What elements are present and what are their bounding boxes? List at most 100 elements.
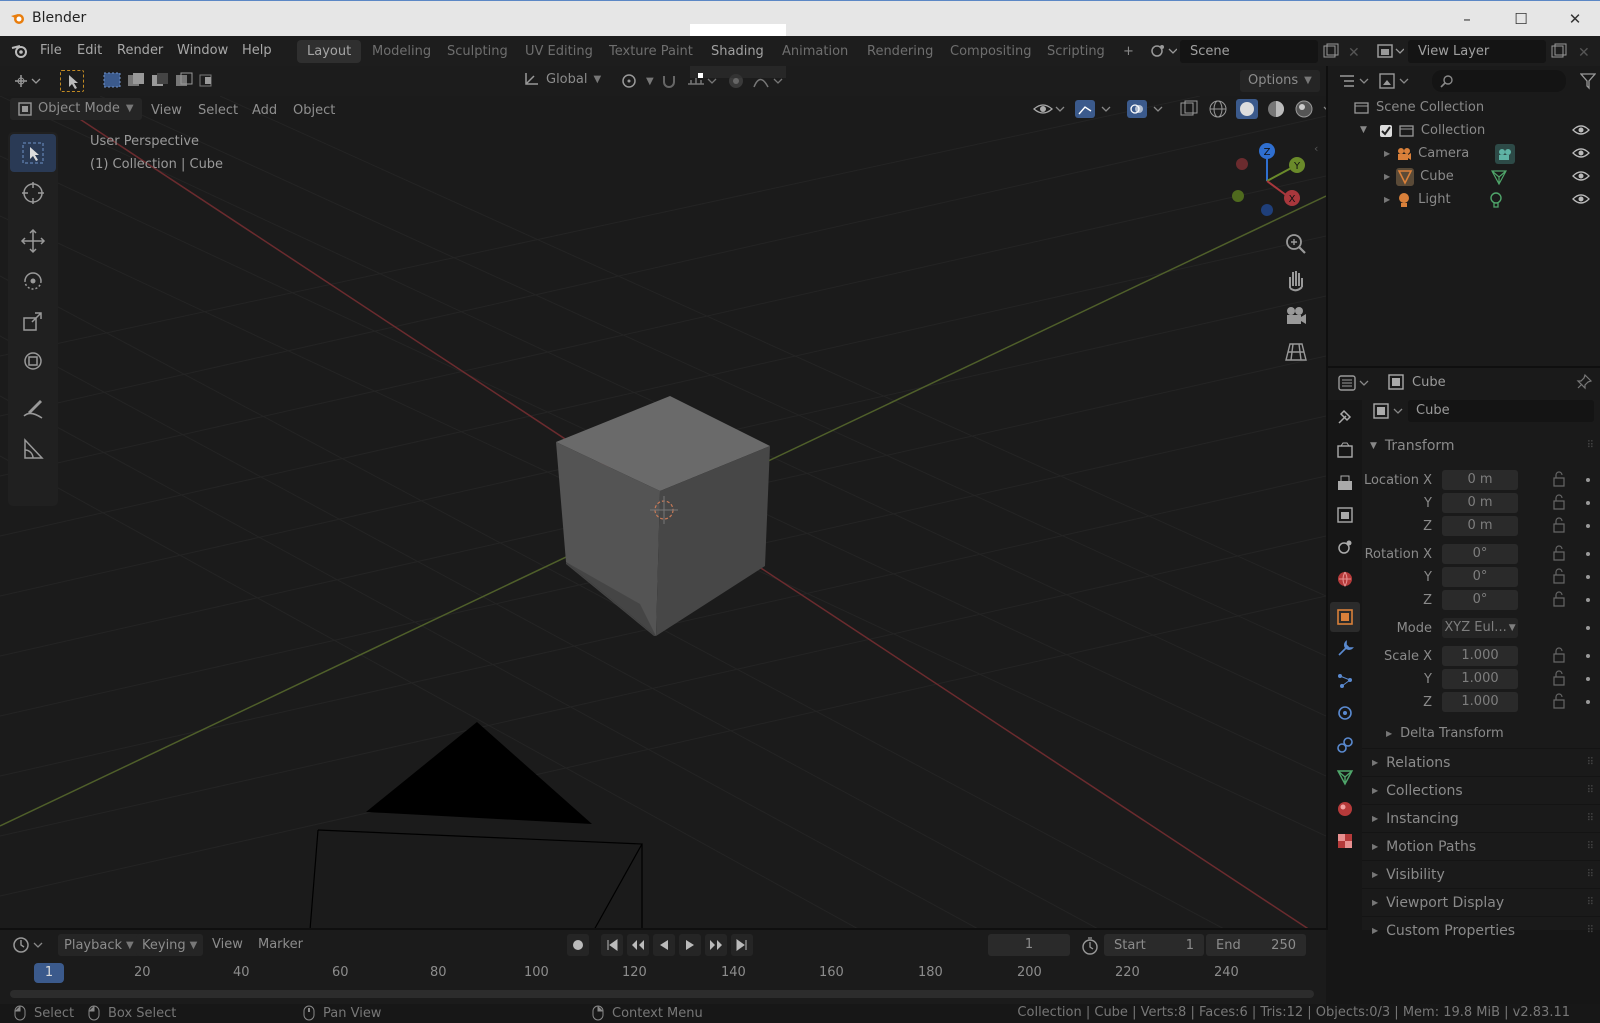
- outliner-item-cube[interactable]: ▶ Cube: [1384, 165, 1508, 188]
- select-subtract-icon[interactable]: [150, 71, 170, 89]
- outliner-item-camera[interactable]: ▶ Camera: [1384, 142, 1516, 165]
- timeline-menu-marker[interactable]: Marker: [258, 937, 303, 952]
- solid-shading-icon[interactable]: [1236, 99, 1258, 119]
- material-shading-icon[interactable]: [1266, 99, 1286, 119]
- object-name-field[interactable]: Cube: [1408, 400, 1594, 422]
- viewport-menu-object[interactable]: Object: [293, 103, 335, 118]
- light-data-icon[interactable]: [1487, 191, 1505, 209]
- location-x-field[interactable]: 0 m: [1442, 470, 1518, 490]
- close-button[interactable]: ✕: [1552, 7, 1598, 31]
- outliner-editor-type-icon[interactable]: [1338, 72, 1372, 90]
- add-workspace-button[interactable]: +: [1113, 40, 1144, 63]
- viewport-scene[interactable]: [0, 96, 1326, 930]
- timeline-editor-type-icon[interactable]: [12, 936, 46, 954]
- view-layer-field[interactable]: View Layer: [1408, 40, 1546, 63]
- end-frame-field[interactable]: End 250: [1206, 934, 1306, 956]
- cube-eye-icon[interactable]: [1572, 169, 1590, 183]
- tab-tool-icon[interactable]: [1330, 402, 1360, 432]
- light-eye-icon[interactable]: [1572, 192, 1590, 206]
- preview-range-icon[interactable]: [1080, 936, 1100, 956]
- options-dropdown[interactable]: Options ▼: [1240, 70, 1320, 92]
- visibility-panel-header[interactable]: ▶ Visibility ⠿: [1362, 860, 1600, 888]
- transform-panel-header[interactable]: ▼ Transform ⠿: [1370, 432, 1600, 460]
- viewport-menu-add[interactable]: Add: [252, 103, 277, 118]
- expand-arrow-icon[interactable]: ▶: [1384, 188, 1390, 211]
- mode-dropdown[interactable]: Object Mode ▼: [10, 98, 142, 120]
- tab-sculpting[interactable]: Sculpting: [437, 40, 518, 63]
- delta-transform-header[interactable]: ▶ Delta Transform: [1386, 720, 1596, 748]
- tab-texture-paint[interactable]: Texture Paint: [599, 40, 703, 63]
- minimize-button[interactable]: –: [1444, 7, 1490, 31]
- pan-hand-icon[interactable]: [1282, 266, 1310, 294]
- menu-window[interactable]: Window: [177, 43, 228, 58]
- expand-arrow-icon[interactable]: ▼: [1360, 119, 1367, 142]
- current-frame-field[interactable]: 1: [988, 934, 1070, 956]
- expand-arrow-icon[interactable]: ▶: [1384, 165, 1390, 188]
- rotation-x-field[interactable]: 0°: [1442, 544, 1518, 564]
- outliner-scene-collection[interactable]: Scene Collection: [1354, 96, 1484, 119]
- outliner-collection[interactable]: ▼ Collection: [1360, 119, 1600, 142]
- custom-properties-panel-header[interactable]: ▶ Custom Properties ⠿: [1362, 916, 1600, 944]
- tab-render-icon[interactable]: [1330, 436, 1360, 466]
- location-z-field[interactable]: 0 m: [1442, 516, 1518, 536]
- view-layer-icon[interactable]: [1376, 42, 1404, 60]
- xray-toggle-icon[interactable]: [1178, 99, 1200, 119]
- drag-handle-icon[interactable]: ⠿: [1587, 833, 1594, 861]
- jump-keyframe-back-icon[interactable]: [627, 934, 649, 956]
- rendered-shading-icon[interactable]: [1294, 99, 1314, 119]
- viewport-menu-view[interactable]: View: [151, 103, 182, 118]
- rotation-y-field[interactable]: 0°: [1442, 567, 1518, 587]
- measure-tool[interactable]: [10, 430, 56, 468]
- delete-scene-icon[interactable]: ✕: [1348, 45, 1360, 61]
- select-new-icon[interactable]: [102, 71, 122, 89]
- transform-tool[interactable]: [10, 342, 56, 380]
- drag-handle-icon[interactable]: ⠿: [1587, 917, 1594, 945]
- tab-material-icon[interactable]: [1330, 794, 1360, 824]
- viewport-display-panel-header[interactable]: ▶ Viewport Display ⠿: [1362, 888, 1600, 916]
- camera-eye-icon[interactable]: [1572, 146, 1590, 160]
- 3d-viewport[interactable]: Object Mode ▼ View Select Add Object Use…: [0, 96, 1326, 930]
- timeline-scrollbar[interactable]: [10, 990, 1314, 998]
- delete-view-layer-icon[interactable]: ✕: [1578, 45, 1590, 61]
- orientation-dropdown[interactable]: Global ▼: [522, 70, 601, 88]
- blender-menu-icon[interactable]: [11, 43, 29, 59]
- pivot-point-dropdown[interactable]: ▼: [620, 72, 654, 90]
- select-box-tool[interactable]: [10, 134, 56, 172]
- menu-render[interactable]: Render: [117, 43, 163, 58]
- tab-rendering[interactable]: Rendering: [857, 40, 943, 63]
- properties-editor-type-icon[interactable]: [1338, 374, 1372, 392]
- collection-eye-icon[interactable]: [1572, 123, 1590, 137]
- drag-handle-icon[interactable]: ⠿: [1587, 861, 1594, 889]
- checkbox-icon[interactable]: [1379, 124, 1393, 138]
- camera-object[interactable]: [309, 722, 643, 930]
- tab-modeling[interactable]: Modeling: [362, 40, 441, 63]
- select-invert-icon[interactable]: [174, 71, 194, 89]
- sidebar-toggle-icon[interactable]: ‹: [1314, 142, 1318, 155]
- select-tool-icon[interactable]: [60, 70, 84, 92]
- move-tool[interactable]: [10, 222, 56, 260]
- select-extend-icon[interactable]: [126, 71, 146, 89]
- navigation-gizmo[interactable]: Z Y X: [1222, 136, 1312, 226]
- drag-handle-icon[interactable]: ⠿: [1587, 777, 1594, 805]
- motion-paths-panel-header[interactable]: ▶ Motion Paths ⠿: [1362, 832, 1600, 860]
- scene-icon[interactable]: [1149, 42, 1177, 60]
- tab-uv-editing[interactable]: UV Editing: [515, 40, 603, 63]
- rotation-z-field[interactable]: 0°: [1442, 590, 1518, 610]
- menu-file[interactable]: File: [40, 43, 62, 58]
- relations-panel-header[interactable]: ▶ Relations ⠿: [1362, 748, 1600, 776]
- start-frame-field[interactable]: Start 1: [1104, 934, 1204, 956]
- record-button[interactable]: [567, 934, 589, 956]
- scale-tool[interactable]: [10, 302, 56, 340]
- jump-start-icon[interactable]: [601, 934, 623, 956]
- cursor-tool[interactable]: [10, 174, 56, 212]
- collections-panel-header[interactable]: ▶ Collections ⠿: [1362, 776, 1600, 804]
- rotation-mode-dropdown[interactable]: XYZ Eul... ▼: [1442, 618, 1518, 638]
- tab-texture-icon[interactable]: [1330, 826, 1360, 856]
- playback-menu[interactable]: Playback ▼: [58, 934, 140, 956]
- snap-icon[interactable]: [660, 72, 680, 90]
- tab-layout[interactable]: Layout: [297, 40, 362, 63]
- select-intersect-icon[interactable]: [198, 71, 218, 89]
- drag-handle-icon[interactable]: ⠿: [1587, 432, 1594, 460]
- keying-menu[interactable]: Keying ▼: [136, 934, 204, 956]
- tab-compositing[interactable]: Compositing: [940, 40, 1042, 63]
